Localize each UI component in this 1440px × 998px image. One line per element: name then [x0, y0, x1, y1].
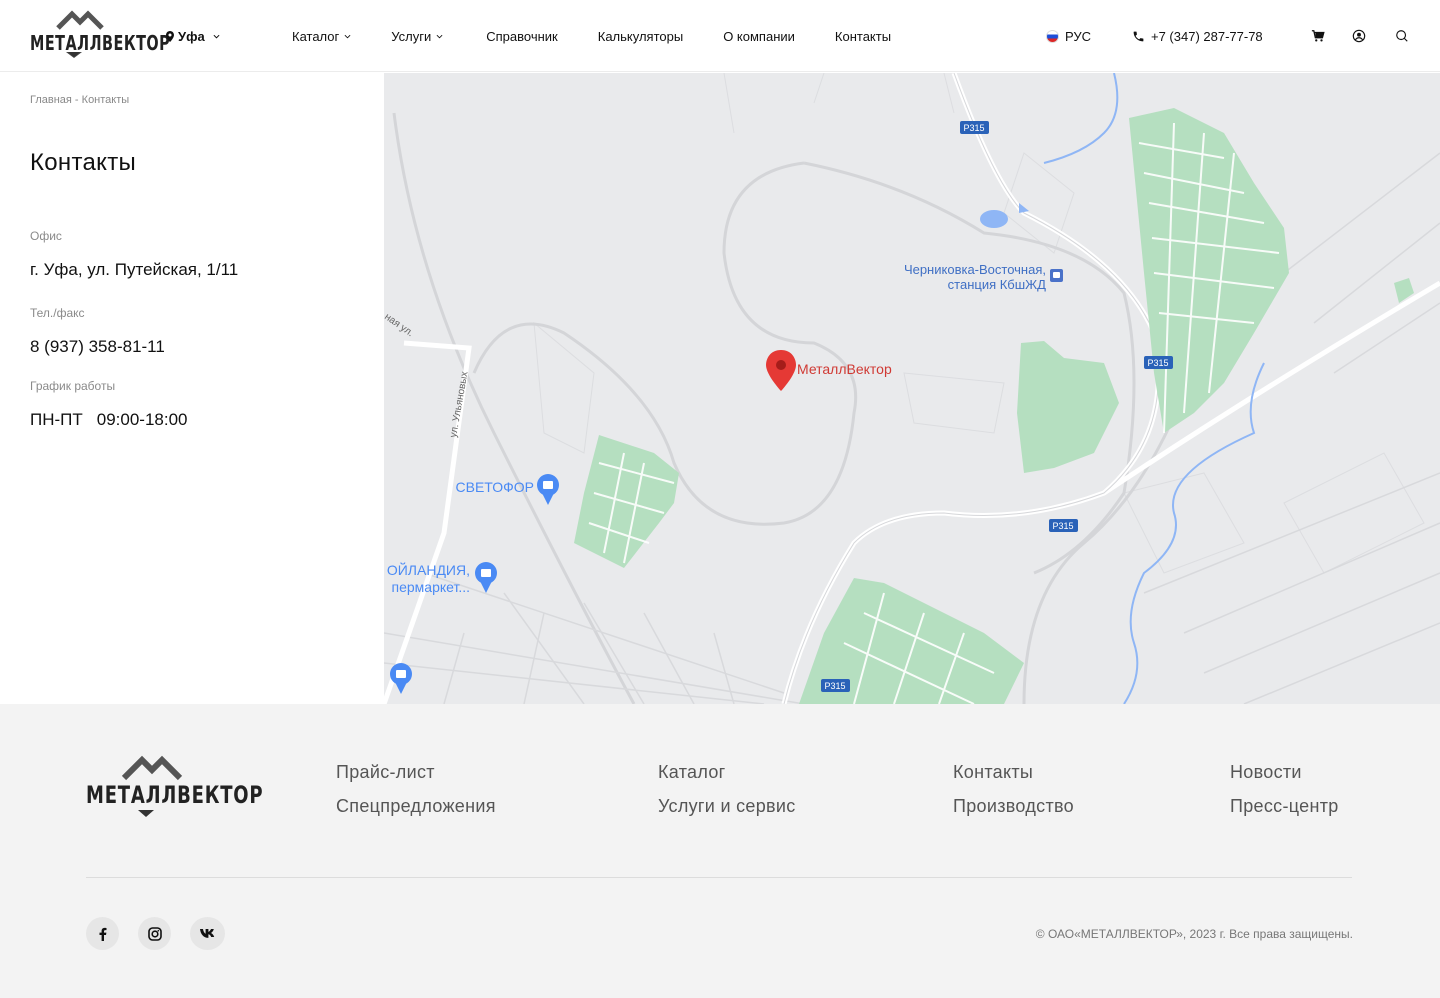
cart-icon[interactable] — [1311, 29, 1325, 43]
shopping-bag-icon[interactable] — [537, 450, 559, 505]
phone-number: +7 (347) 287-77-78 — [1151, 29, 1263, 44]
station-label-line2: станция КбшЖД — [948, 277, 1047, 292]
nav-item-reference[interactable]: Справочник — [486, 29, 558, 44]
site-header: МЕТАЛЛВЕКТОР Уфа Каталог Услуги Справочн… — [0, 0, 1440, 72]
train-station-icon — [1050, 269, 1063, 282]
footer-link-special-offers[interactable]: Спецпредложения — [336, 796, 496, 817]
road-badge: Р315 — [960, 121, 989, 134]
footer-link-services[interactable]: Услуги и сервис — [658, 796, 796, 817]
nav-item-label: Услуги — [391, 29, 432, 44]
breadcrumb-current: Контакты — [81, 94, 130, 106]
footer-col-3: Контакты Производство — [953, 762, 1074, 830]
footer-link-catalog[interactable]: Каталог — [658, 762, 796, 783]
instagram-icon — [147, 926, 162, 941]
svg-text:Р315: Р315 — [1147, 358, 1168, 368]
search-icon[interactable] — [1395, 29, 1409, 43]
main-nav: Каталог Услуги Справочник Калькуляторы О… — [292, 29, 931, 44]
breadcrumb-home-link[interactable]: Главная — [30, 94, 72, 106]
vk-icon — [199, 929, 214, 938]
poi-store1-label[interactable]: СВЕТОФОР — [456, 479, 534, 495]
page-title: Контакты — [30, 149, 137, 176]
logo-text: МЕТАЛЛВЕКТОР — [30, 31, 171, 55]
street-label: ул. Ульяновых — [448, 371, 470, 439]
shopping-bag-icon[interactable] — [475, 562, 497, 593]
footer-divider — [86, 877, 1352, 878]
road-badge: Р315 — [821, 679, 850, 692]
footer-col-2: Каталог Услуги и сервис — [658, 762, 796, 830]
poi-store2-label-line1[interactable]: ОЙЛАНДИЯ, — [387, 561, 470, 578]
office-label: Офис — [30, 229, 62, 243]
facebook-button[interactable] — [86, 917, 119, 950]
breadcrumb: Главная - Контакты — [30, 94, 129, 106]
site-footer: МЕТАЛЛВЕКТОР Прайс-лист Спецпредложения … — [0, 704, 1440, 998]
phone-label: Тел./факс — [30, 306, 85, 320]
header-phone-link[interactable]: +7 (347) 287-77-78 — [1132, 29, 1263, 44]
nav-item-label: Контакты — [834, 29, 892, 44]
nav-item-label: Калькуляторы — [597, 29, 684, 44]
shopping-bag-icon[interactable] — [390, 663, 412, 694]
map-marker-icon[interactable] — [766, 350, 796, 391]
footer-link-contacts[interactable]: Контакты — [953, 762, 1074, 783]
hours-value: ПН-ПТ 09:00-18:00 — [30, 410, 188, 430]
copyright-text: © ОАО«МЕТАЛЛВЕКТОР», 2023 г. Все права з… — [1035, 927, 1353, 941]
hours-days: ПН-ПТ — [30, 410, 83, 429]
nav-item-catalog[interactable]: Каталог — [292, 29, 351, 44]
footer-logo[interactable]: МЕТАЛЛВЕКТОР — [86, 754, 263, 820]
language-selector[interactable]: РУС — [1046, 29, 1091, 44]
breadcrumb-separator: - — [71, 94, 82, 106]
station-label-line1: Черниковка-Восточная, — [904, 262, 1046, 277]
footer-col-1: Прайс-лист Спецпредложения — [336, 762, 496, 830]
phone-value[interactable]: 8 (937) 358-81-11 — [30, 337, 165, 357]
nav-item-about[interactable]: О компании — [723, 29, 795, 44]
footer-col-4: Новости Пресс-центр — [1230, 762, 1339, 830]
map-view[interactable]: Р315 Р315 Р315 Р315 Черниковка-Восточная… — [384, 73, 1440, 704]
lake-shape — [980, 210, 1008, 228]
city-label: Уфа — [178, 29, 205, 44]
language-label: РУС — [1065, 29, 1092, 44]
svg-text:Р315: Р315 — [1052, 521, 1073, 531]
nav-item-contacts[interactable]: Контакты — [835, 29, 891, 44]
hours-label: График работы — [30, 379, 116, 393]
map-marker-label[interactable]: МеталлВектор — [797, 361, 892, 377]
footer-logo-text: МЕТАЛЛВЕКТОР — [86, 780, 264, 809]
user-account-icon[interactable] — [1352, 29, 1366, 43]
chevron-down-icon — [344, 34, 351, 39]
chevron-down-icon — [213, 34, 220, 39]
svg-text:Р315: Р315 — [963, 123, 984, 133]
poi-store2-label-line2[interactable]: пермаркет... — [392, 579, 470, 595]
facebook-icon — [99, 927, 106, 941]
nav-item-label: О компании — [723, 29, 795, 44]
nav-item-label: Каталог — [292, 29, 340, 44]
nav-item-services[interactable]: Услуги — [391, 29, 443, 44]
site-logo[interactable]: МЕТАЛЛВЕКТОР — [30, 10, 170, 60]
footer-link-price-list[interactable]: Прайс-лист — [336, 762, 496, 783]
nav-item-label: Справочник — [486, 29, 558, 44]
hours-time: 09:00-18:00 — [96, 410, 188, 429]
office-address: г. Уфа, ул. Путейская, 1/11 — [30, 260, 239, 279]
russia-flag-icon — [1046, 30, 1059, 43]
location-pin-icon — [166, 31, 174, 42]
road-badge: Р315 — [1049, 519, 1078, 532]
nav-item-calculators[interactable]: Калькуляторы — [598, 29, 683, 44]
street-label: ная ул. — [384, 311, 415, 339]
phone-icon — [1133, 31, 1144, 42]
city-selector[interactable]: Уфа — [166, 29, 220, 44]
footer-link-press-center[interactable]: Пресс-центр — [1230, 796, 1339, 817]
map-canvas[interactable]: Р315 Р315 Р315 Р315 Черниковка-Восточная… — [384, 73, 1440, 704]
footer-link-production[interactable]: Производство — [953, 796, 1074, 817]
instagram-button[interactable] — [138, 917, 171, 950]
vk-button[interactable] — [190, 917, 225, 950]
footer-link-news[interactable]: Новости — [1230, 762, 1339, 783]
contacts-panel: Главная - Контакты Контакты Офис г. Уфа,… — [0, 73, 384, 704]
chevron-down-icon — [436, 34, 443, 39]
road-badge: Р315 — [1144, 356, 1173, 369]
svg-text:Р315: Р315 — [824, 681, 845, 691]
